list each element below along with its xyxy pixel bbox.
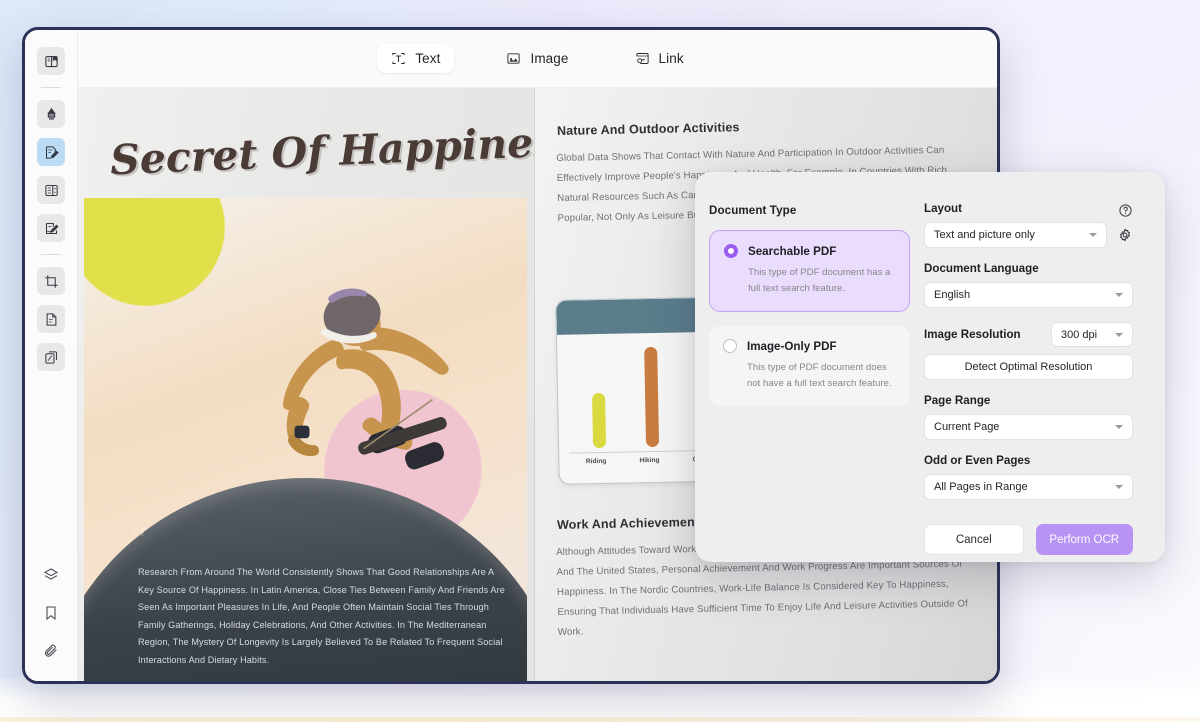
radio-label-searchable-pdf: Searchable PDF	[748, 244, 837, 258]
page-range-value: Current Page	[934, 421, 1000, 433]
odd-even-pages-select[interactable]: All Pages in Range	[924, 474, 1133, 500]
layout-row: Text and picture only	[924, 222, 1133, 248]
skater-illustration	[283, 288, 449, 470]
image-resolution-value: 300 dpi	[1061, 328, 1098, 341]
image-icon	[506, 51, 521, 66]
image-resolution-select[interactable]: 300 dpi	[1051, 322, 1133, 347]
dialog-right-column: Layout Text and picture only Document La…	[910, 172, 1165, 562]
document-language-value: English	[934, 289, 971, 301]
radio-card-image-only-pdf[interactable]: Image-Only PDF This type of PDF document…	[709, 326, 910, 407]
dialog-actions: Cancel Perform OCR	[924, 524, 1133, 555]
chevron-down-icon	[1115, 332, 1123, 337]
chevron-down-icon	[1089, 233, 1097, 237]
chart-x-tick: Hiking	[639, 456, 660, 465]
edit-document-icon[interactable]	[37, 138, 65, 166]
rail-divider-1	[41, 87, 61, 88]
cancel-button[interactable]: Cancel	[924, 524, 1024, 555]
tab-image[interactable]: Image	[492, 44, 582, 73]
chevron-down-icon	[1115, 293, 1123, 297]
radio-card-searchable-pdf[interactable]: Searchable PDF This type of PDF document…	[709, 230, 910, 313]
document-page-left: Secret Of Happiness “ Research From Arou…	[78, 88, 535, 681]
chart-bar	[592, 393, 607, 449]
bottom-accent-strip	[0, 717, 1200, 722]
form-list-icon[interactable]	[37, 176, 65, 204]
chevron-down-icon	[1115, 485, 1123, 489]
radio-label-image-only-pdf: Image-Only PDF	[747, 339, 837, 353]
document-language-label: Document Language	[924, 262, 1039, 275]
chart-x-tick: Riding	[585, 457, 607, 466]
rail-divider-2	[41, 254, 61, 255]
page-range-label: Page Range	[924, 394, 991, 407]
layout-label: Layout	[924, 202, 963, 215]
highlighter-icon[interactable]	[37, 100, 65, 128]
tab-text[interactable]: Text	[377, 44, 455, 73]
detect-optimal-resolution-button[interactable]: Detect Optimal Resolution	[924, 354, 1133, 380]
ocr-settings-dialog: Document Type Searchable PDF This type o…	[695, 172, 1165, 562]
tab-link-label: Link	[658, 51, 684, 66]
quote-glyph: “	[128, 520, 149, 566]
dialog-left-column: Document Type Searchable PDF This type o…	[695, 172, 910, 562]
paperclip-icon[interactable]	[37, 637, 65, 665]
chevron-down-icon	[1115, 425, 1123, 429]
gear-icon[interactable]	[1117, 227, 1133, 243]
document-type-label: Document Type	[709, 204, 797, 217]
layout-select[interactable]: Text and picture only	[924, 222, 1107, 248]
text-box-icon	[391, 51, 406, 66]
odd-even-pages-value: All Pages in Range	[934, 481, 1028, 493]
section-heading-nature: Nature And Outdoor Activities	[556, 120, 740, 138]
page-range-select[interactable]: Current Page	[924, 414, 1133, 440]
image-resolution-row: Image Resolution 300 dpi	[924, 322, 1133, 347]
ocr-pages-icon[interactable]	[37, 343, 65, 371]
document-language-select[interactable]: English	[924, 282, 1133, 308]
left-sidebar	[25, 30, 78, 681]
help-icon[interactable]	[1118, 203, 1133, 218]
layout-value: Text and picture only	[934, 229, 1035, 241]
tab-text-label: Text	[415, 51, 441, 66]
page-extract-icon[interactable]	[37, 305, 65, 333]
sign-document-icon[interactable]	[37, 214, 65, 242]
tab-link[interactable]: Link	[621, 44, 698, 73]
crop-icon[interactable]	[37, 267, 65, 295]
layers-icon[interactable]	[37, 561, 65, 589]
cover-photo: “ Research From Around The World Consist…	[84, 198, 527, 681]
page-caption: Research From Around The World Consisten…	[138, 567, 505, 665]
bookmark-icon[interactable]	[37, 599, 65, 627]
radio-selected-icon[interactable]	[724, 244, 738, 258]
link-icon	[635, 51, 650, 66]
odd-even-pages-label: Odd or Even Pages	[924, 454, 1031, 467]
radio-unselected-icon[interactable]	[723, 339, 737, 354]
image-resolution-label: Image Resolution	[924, 328, 1021, 341]
radio-desc-image-only-pdf: This type of PDF document does not have …	[747, 362, 892, 389]
perform-ocr-button[interactable]: Perform OCR	[1035, 524, 1133, 555]
tab-image-label: Image	[530, 51, 569, 66]
book-open-icon[interactable]	[37, 47, 65, 75]
page-title: Secret Of Happiness	[109, 116, 535, 185]
chart-bar	[644, 346, 660, 448]
top-toolbar: Text Image Link	[78, 30, 997, 88]
radio-desc-searchable-pdf: This type of PDF document has a full tex…	[748, 267, 891, 294]
